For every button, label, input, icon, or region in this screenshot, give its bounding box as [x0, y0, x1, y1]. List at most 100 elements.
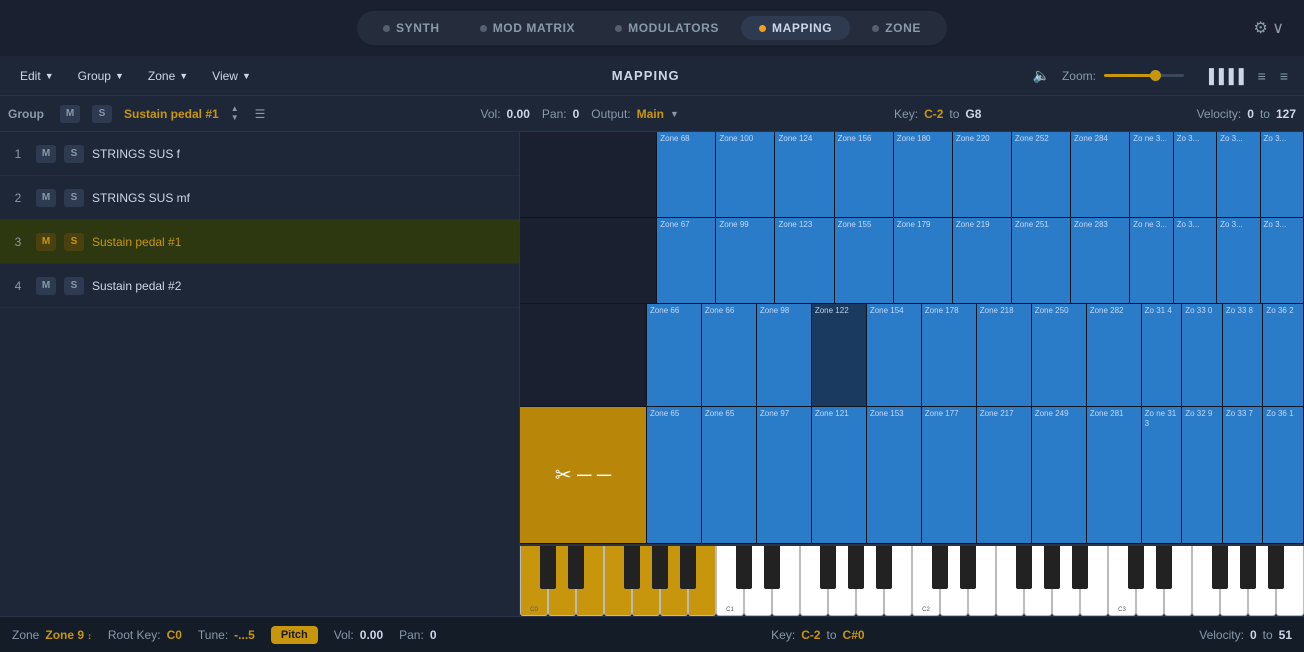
black-key-21[interactable] — [1128, 546, 1143, 589]
view-menu[interactable]: View ▼ — [204, 65, 259, 87]
tab-mod-matrix[interactable]: MOD MATRIX — [462, 16, 593, 40]
cell-4-8[interactable]: Zone 177 — [922, 407, 977, 543]
cell-3-15[interactable]: Zo 36 2 — [1263, 304, 1304, 406]
cell-2-10[interactable]: Zone 283 — [1071, 218, 1130, 303]
track2-mute[interactable]: M — [36, 189, 56, 207]
cell-4-10[interactable]: Zone 249 — [1032, 407, 1087, 543]
cell-4-4[interactable]: Zone 65 — [702, 407, 757, 543]
cell-2-12[interactable]: Zo 3... — [1174, 218, 1217, 303]
cell-4-12[interactable]: Zo ne 31 3 — [1142, 407, 1183, 543]
cell-4-11[interactable]: Zone 281 — [1087, 407, 1142, 543]
cell-3-8[interactable]: Zone 178 — [922, 304, 977, 406]
cell-4-7[interactable]: Zone 153 — [867, 407, 922, 543]
tab-modulators[interactable]: MODULATORS — [597, 16, 737, 40]
cell-3-10[interactable]: Zone 250 — [1032, 304, 1087, 406]
track-item-3[interactable]: 3 M S Sustain pedal #1 — [0, 220, 519, 264]
root-key-value[interactable]: C0 — [167, 628, 182, 642]
cell-3-9[interactable]: Zone 218 — [977, 304, 1032, 406]
vol-value[interactable]: 0.00 — [360, 628, 383, 642]
cell-4-3[interactable]: Zone 65 — [647, 407, 702, 543]
cell-1-13[interactable]: Zo 3... — [1217, 132, 1260, 217]
bar-view-icon[interactable]: ▐▐▐▐ — [1200, 66, 1248, 86]
black-key-24[interactable] — [1212, 546, 1227, 589]
cell-2-13[interactable]: Zo 3... — [1217, 218, 1260, 303]
black-key-18[interactable] — [1044, 546, 1059, 589]
cell-1-5[interactable]: Zone 124 — [775, 132, 834, 217]
tune-value[interactable]: -...5 — [234, 628, 255, 642]
cell-4-13[interactable]: Zo 32 9 — [1182, 407, 1223, 543]
black-key-19[interactable] — [1072, 546, 1087, 589]
list-view-icon[interactable]: ≡ — [1254, 66, 1270, 86]
cell-4-5[interactable]: Zone 97 — [757, 407, 812, 543]
cell-1-14[interactable]: Zo 3... — [1261, 132, 1304, 217]
black-key-25[interactable] — [1240, 546, 1255, 589]
group-menu[interactable]: Group ▼ — [70, 65, 132, 87]
track-item-2[interactable]: 2 M S STRINGS SUS mf — [0, 176, 519, 220]
cell-2-8[interactable]: Zone 219 — [953, 218, 1012, 303]
mute-button[interactable]: M — [60, 105, 80, 123]
key-from-value[interactable]: C-2 — [801, 628, 820, 642]
cell-1-6[interactable]: Zone 156 — [835, 132, 894, 217]
cell-3-13[interactable]: Zo 33 0 — [1182, 304, 1223, 406]
track1-mute[interactable]: M — [36, 145, 56, 163]
black-key-8[interactable] — [764, 546, 779, 589]
velocity-from-value[interactable]: 0 — [1250, 628, 1257, 642]
cell-3-7[interactable]: Zone 154 — [867, 304, 922, 406]
grid-view-icon[interactable]: ≡ — [1276, 66, 1292, 86]
cell-2-6[interactable]: Zone 155 — [835, 218, 894, 303]
black-key-3[interactable] — [624, 546, 639, 589]
cell-1-9[interactable]: Zone 252 — [1012, 132, 1071, 217]
cell-4-14[interactable]: Zo 33 7 — [1223, 407, 1264, 543]
track4-solo[interactable]: S — [64, 277, 84, 295]
cell-4-15[interactable]: Zo 36 1 — [1263, 407, 1304, 543]
black-key-5[interactable] — [680, 546, 695, 589]
cell-3-5[interactable]: Zone 98 — [757, 304, 812, 406]
speaker-icon[interactable]: 🔈 — [1033, 67, 1050, 84]
cell-4-6[interactable]: Zone 121 — [812, 407, 867, 543]
track3-solo[interactable]: S — [64, 233, 84, 251]
black-key-12[interactable] — [876, 546, 891, 589]
cell-1-11[interactable]: Zo ne 3... — [1130, 132, 1173, 217]
cell-3-6[interactable]: Zone 122 — [812, 304, 867, 406]
cell-3-3[interactable]: Zone 66 — [647, 304, 702, 406]
cell-1-7[interactable]: Zone 180 — [894, 132, 953, 217]
black-key-14[interactable] — [932, 546, 947, 589]
cell-2-14[interactable]: Zo 3... — [1261, 218, 1304, 303]
cell-1-4[interactable]: Zone 100 — [716, 132, 775, 217]
key-to-value[interactable]: C#0 — [843, 628, 865, 642]
pan-value[interactable]: 0 — [430, 628, 437, 642]
settings-icon[interactable]: ⚙ ∨ — [1254, 18, 1285, 38]
black-key-10[interactable] — [820, 546, 835, 589]
cell-1-10[interactable]: Zone 284 — [1071, 132, 1130, 217]
track1-solo[interactable]: S — [64, 145, 84, 163]
group-arrows[interactable]: ▲ ▼ — [231, 105, 239, 122]
cell-2-3[interactable]: Zone 67 — [657, 218, 716, 303]
cell-2-5[interactable]: Zone 123 — [775, 218, 834, 303]
cell-2-4[interactable]: Zone 99 — [716, 218, 775, 303]
solo-button[interactable]: S — [92, 105, 112, 123]
black-key-7[interactable] — [736, 546, 751, 589]
black-key-17[interactable] — [1016, 546, 1031, 589]
track3-mute[interactable]: M — [36, 233, 56, 251]
black-key-22[interactable] — [1156, 546, 1171, 589]
zoom-slider[interactable] — [1104, 74, 1184, 77]
track-item-4[interactable]: 4 M S Sustain pedal #2 — [0, 264, 519, 308]
cell-2-7[interactable]: Zone 179 — [894, 218, 953, 303]
cell-2-11[interactable]: Zo ne 3... — [1130, 218, 1173, 303]
black-key-4[interactable] — [652, 546, 667, 589]
black-key-11[interactable] — [848, 546, 863, 589]
track-item-1[interactable]: 1 M S STRINGS SUS f — [0, 132, 519, 176]
tab-mapping[interactable]: MAPPING — [741, 16, 850, 40]
track2-solo[interactable]: S — [64, 189, 84, 207]
zone-value[interactable]: Zone 9 ↕ — [45, 628, 92, 642]
cell-1-12[interactable]: Zo 3... — [1174, 132, 1217, 217]
edit-menu[interactable]: Edit ▼ — [12, 65, 62, 87]
cell-1-3[interactable]: Zone 68 — [657, 132, 716, 217]
cell-1-8[interactable]: Zone 220 — [953, 132, 1012, 217]
group-list-icon[interactable]: ☰ — [255, 107, 266, 121]
black-key-15[interactable] — [960, 546, 975, 589]
track4-mute[interactable]: M — [36, 277, 56, 295]
cell-4-gold[interactable]: ✂ ─ ─ — [520, 407, 647, 543]
tab-synth[interactable]: SYNTH — [365, 16, 458, 40]
cell-2-9[interactable]: Zone 251 — [1012, 218, 1071, 303]
